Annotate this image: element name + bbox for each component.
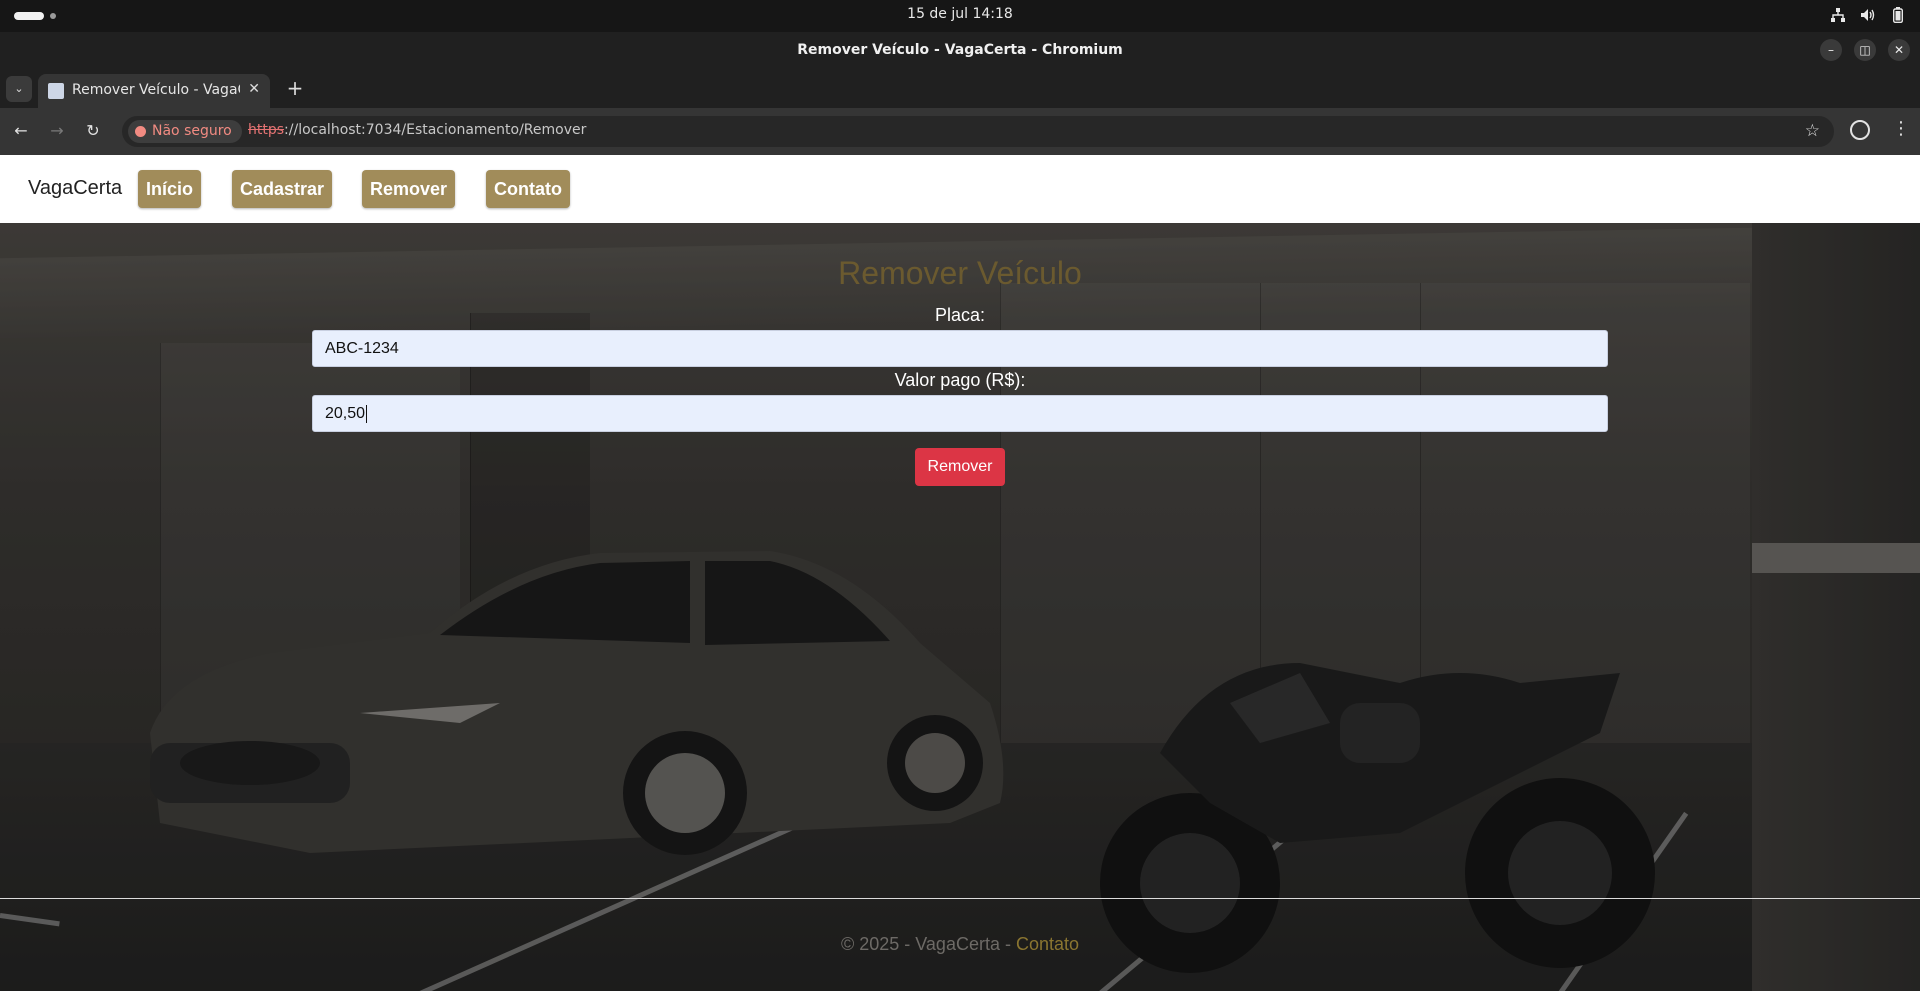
placa-label: Placa: <box>934 305 986 325</box>
text-caret <box>366 404 368 423</box>
reload-icon[interactable]: ↻ <box>82 120 104 142</box>
page-favicon-icon <box>48 83 64 99</box>
address-bar[interactable]: Não seguro https://localhost:7034/Estaci… <box>122 116 1834 147</box>
site-footer: © 2025 - VagaCerta - Contato <box>0 934 1920 955</box>
footer-divider <box>0 898 1920 899</box>
browser-menu-icon[interactable]: ⋮ <box>1892 118 1910 139</box>
browser-toolbar: ← → ↻ Não seguro https://localhost:7034/… <box>0 108 1920 155</box>
forward-icon[interactable]: → <box>46 120 68 142</box>
security-label: Não seguro <box>152 123 232 139</box>
security-indicator[interactable]: Não seguro <box>128 120 242 143</box>
nav-link-cadastrar[interactable]: Cadastrar <box>232 170 333 208</box>
page-title: Remover Veículo <box>838 255 1082 291</box>
nav-link-contato[interactable]: Contato <box>486 170 570 208</box>
site-brand[interactable]: VagaCerta <box>28 177 122 200</box>
window-controls: – ◫ ✕ <box>1820 39 1910 61</box>
new-tab-icon[interactable]: + <box>282 76 308 102</box>
system-tray[interactable] <box>1830 7 1906 23</box>
remover-button[interactable]: Remover <box>915 448 1005 486</box>
profile-icon[interactable] <box>1850 120 1870 140</box>
page-viewport: VagaCerta Início Cadastrar Remover Conta… <box>0 155 1920 991</box>
network-icon[interactable] <box>1830 7 1846 23</box>
valor-input-value: 20,50 <box>325 405 366 422</box>
nav-link-inicio[interactable]: Início <box>138 170 202 208</box>
url-path: ://localhost:7034/Estacionamento/Remover <box>284 122 587 138</box>
footer-contato-link[interactable]: Contato <box>1016 934 1079 954</box>
minimize-icon[interactable]: – <box>1820 39 1842 61</box>
valor-label: Valor pago (R$): <box>894 370 1026 390</box>
valor-input[interactable]: 20,50 <box>312 395 1608 432</box>
tab-active[interactable]: Remover Veículo - VagaC ✕ <box>38 74 270 108</box>
tab-close-icon[interactable]: ✕ <box>248 81 260 97</box>
placa-input[interactable]: ABC-1234 <box>312 330 1608 367</box>
url-text[interactable]: https://localhost:7034/Estacionamento/Re… <box>248 122 586 138</box>
window-title-bar: Remover Veículo - VagaCerta - Chromium –… <box>0 32 1920 68</box>
battery-icon[interactable] <box>1890 7 1906 23</box>
os-clock[interactable]: 15 de jul 14:18 <box>0 6 1920 22</box>
tab-strip: ⌄ Remover Veículo - VagaC ✕ + <box>0 68 1920 108</box>
close-icon[interactable]: ✕ <box>1888 39 1910 61</box>
site-navbar: VagaCerta Início Cadastrar Remover Conta… <box>0 155 1920 223</box>
os-top-bar: 15 de jul 14:18 <box>0 0 1920 32</box>
nav-link-remover[interactable]: Remover <box>362 170 456 208</box>
footer-copyright: © 2025 - VagaCerta - <box>840 934 1016 954</box>
window-title: Remover Veículo - VagaCerta - Chromium <box>797 42 1123 58</box>
bookmark-star-icon[interactable]: ☆ <box>1805 121 1820 141</box>
restore-icon[interactable]: ◫ <box>1854 39 1876 61</box>
warning-icon <box>135 126 146 137</box>
back-icon[interactable]: ← <box>10 120 32 142</box>
volume-icon[interactable] <box>1860 7 1876 23</box>
tab-search-button[interactable]: ⌄ <box>6 76 32 102</box>
url-scheme: https <box>248 122 285 138</box>
tab-title: Remover Veículo - VagaC <box>72 82 240 98</box>
hero-background: Remover Veículo Placa: ABC-1234 Valor pa… <box>0 223 1920 991</box>
